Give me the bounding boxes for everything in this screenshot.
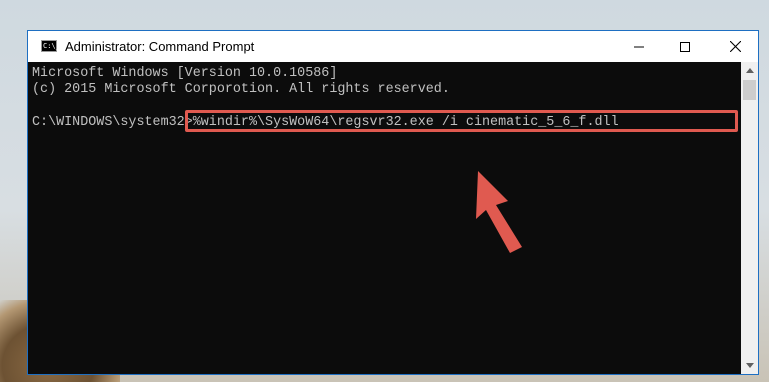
command-highlight-box	[185, 110, 738, 132]
red-arrow-icon	[476, 171, 522, 253]
console-output[interactable]: Microsoft Windows [Version 10.0.10586] (…	[28, 62, 741, 374]
title-bar[interactable]: C:\_ Administrator: Command Prompt	[28, 31, 758, 62]
chevron-up-icon	[745, 68, 754, 73]
scroll-up-button[interactable]	[741, 62, 758, 79]
console-line: Microsoft Windows [Version 10.0.10586]	[32, 66, 338, 81]
vertical-scrollbar[interactable]	[741, 62, 758, 374]
scroll-thumb[interactable]	[743, 80, 756, 100]
minimize-button[interactable]	[616, 31, 662, 62]
scroll-down-button[interactable]	[741, 357, 758, 374]
console-line: (c) 2015 Microsoft Corporotion. All righ…	[32, 82, 450, 97]
close-button[interactable]	[712, 31, 758, 62]
prompt-path: C:\WINDOWS\system32>	[32, 115, 193, 130]
cmd-icon: C:\_	[41, 40, 60, 52]
chevron-down-icon	[745, 363, 754, 368]
command-prompt-window[interactable]: C:\_ Administrator: Command Prompt Micro…	[27, 30, 759, 375]
minimize-icon	[634, 46, 644, 47]
maximize-icon	[680, 41, 690, 52]
close-icon	[729, 41, 741, 52]
maximize-button[interactable]	[662, 31, 708, 62]
window-title: Administrator: Command Prompt	[65, 39, 255, 54]
